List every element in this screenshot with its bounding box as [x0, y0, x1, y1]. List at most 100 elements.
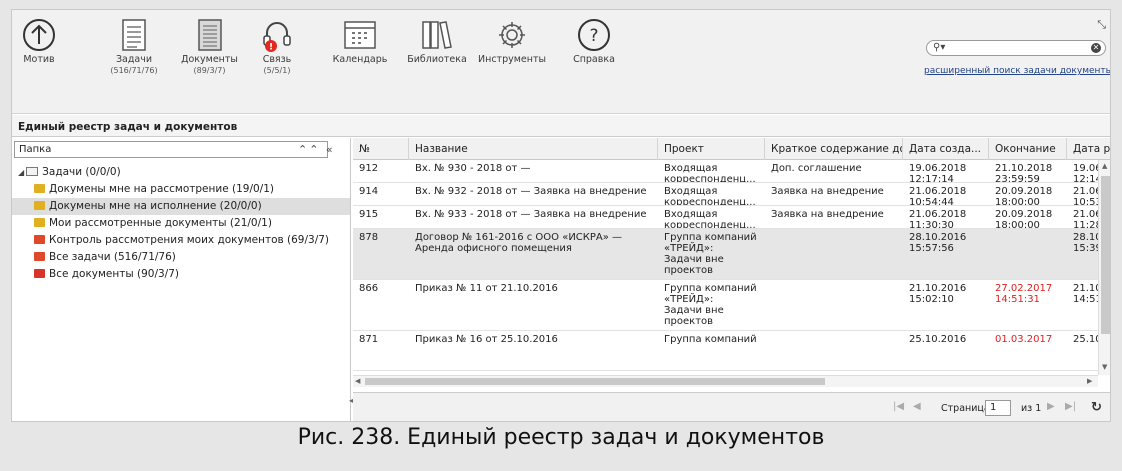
- arrow-up-circle-icon: [14, 18, 64, 52]
- cell-num: 912: [359, 163, 379, 174]
- refresh-icon[interactable]: ↻: [1091, 400, 1102, 415]
- toolbar-button-7[interactable]: ? Справка: [564, 18, 624, 65]
- table-row[interactable]: 914 Вх. № 932 - 2018 от — Заявка на внедр…: [353, 183, 1098, 206]
- column-header[interactable]: №: [353, 138, 409, 160]
- table-row[interactable]: 866 Приказ № 11 от 21.10.2016 Группа компа…: [353, 280, 1098, 331]
- cell-name: Договор № 161-2016 с ООО «ИСКРА» — Аренд…: [415, 232, 623, 254]
- cell-reg: 21.06.: 10:53:: [1073, 186, 1098, 205]
- cell-created: 25.10.2016: [909, 334, 967, 345]
- column-header[interactable]: Окончание: [989, 138, 1067, 160]
- column-header[interactable]: Проект: [658, 138, 765, 160]
- folder-filter-input[interactable]: Папка: [14, 141, 328, 158]
- vertical-scroll-thumb[interactable]: [1101, 176, 1110, 334]
- document-type-icon: [34, 184, 45, 193]
- search-tasks-link[interactable]: задачи: [1024, 66, 1057, 76]
- next-page-icon[interactable]: ▶: [1047, 401, 1055, 412]
- grid-header: № Название Проект Краткое содержание док Дат…: [353, 138, 1110, 160]
- search-icon[interactable]: ⚲▾: [933, 42, 945, 53]
- scroll-right-icon[interactable]: ▶: [1087, 377, 1092, 385]
- cell-num: 915: [359, 209, 379, 220]
- toolbar-label: Связь: [262, 54, 292, 65]
- registry-grid: № Название Проект Краткое содержание док Дат…: [353, 138, 1110, 421]
- tree-node[interactable]: Все задачи (516/71/76): [12, 249, 350, 266]
- search-documents-link[interactable]: документы: [1060, 66, 1110, 76]
- tree-node[interactable]: Контроль рассмотрения моих документов (6…: [12, 232, 350, 249]
- tree-node[interactable]: Докумены мне на рассмотрение (19/0/1): [12, 181, 350, 198]
- cell-num: 871: [359, 334, 379, 345]
- toolbar-label: Справка: [573, 54, 615, 65]
- table-row[interactable]: 871 Приказ № 16 от 25.10.2016 Группа компа…: [353, 331, 1098, 371]
- cell-num: 866: [359, 283, 379, 294]
- cell-project: Входящая корреспонденц...: [664, 209, 756, 228]
- toolbar-button-2[interactable]: Документы (89/3/7): [172, 18, 247, 76]
- cell-created: 28.10.2016 15:57:56: [909, 232, 967, 254]
- toolbar-button-4[interactable]: Календарь: [330, 18, 390, 65]
- document-type-icon: [34, 252, 45, 261]
- cell-summary: [765, 334, 903, 370]
- expand-arrow-icon[interactable]: ◢: [18, 164, 24, 181]
- grid-body: 912 Вх. № 930 - 2018 от — Входящая корресп…: [353, 160, 1098, 375]
- app-window: Мотив Задачи (516/71/76) Документы (89/3/7)!…: [11, 9, 1111, 422]
- cell-reg: 21.10.: 14:51:: [1073, 283, 1098, 305]
- collapse-toolbar-icon[interactable]: ⤡: [1097, 18, 1106, 32]
- table-row[interactable]: 912 Вх. № 930 - 2018 от — Входящая корресп…: [353, 160, 1098, 183]
- cell-summary: Заявка на внедрение: [771, 186, 884, 197]
- cell-project: Группа компаний «ТРЕЙД»: Задачи вне прое…: [664, 232, 757, 276]
- tree-node-label: Докумены мне на рассмотрение (19/0/1): [49, 183, 274, 195]
- table-row[interactable]: 878 Договор № 161-2016 с ООО «ИСКРА» — Ар…: [353, 229, 1098, 280]
- toolbar-label: Задачи: [115, 54, 153, 65]
- cell-end: [989, 232, 1067, 279]
- tree-node-label: Докумены мне на исполнение (20/0/0): [49, 200, 262, 212]
- horizontal-scrollbar[interactable]: ◀ ▶: [353, 375, 1098, 387]
- cell-end: 20.09.2018 18:00:00: [995, 209, 1053, 228]
- horizontal-scroll-thumb[interactable]: [365, 378, 825, 385]
- first-page-icon[interactable]: |◀: [893, 401, 904, 412]
- search-links: расширенный поиск задачи документы: [924, 66, 1110, 76]
- scroll-down-icon[interactable]: ▼: [1102, 363, 1107, 371]
- page-number-input[interactable]: 1: [985, 400, 1011, 416]
- cell-created: 19.06.2018 12:17:14: [909, 163, 967, 182]
- search-input[interactable]: ⚲▾ ✕: [926, 40, 1106, 56]
- toolbar-button-1[interactable]: Задачи (516/71/76): [104, 18, 164, 76]
- cell-project: Входящая корреспонденц...: [664, 163, 756, 182]
- toolbar-label: Инструменты: [478, 54, 546, 65]
- cell-reg: 19.06.: 12:14:: [1073, 163, 1098, 182]
- cell-summary: [765, 283, 903, 330]
- advanced-search-link[interactable]: расширенный поиск: [924, 66, 1021, 76]
- tree-node[interactable]: ◢ Задачи (0/0/0): [12, 164, 350, 181]
- cell-num: 878: [359, 232, 379, 243]
- cell-reg: 28.10.: 15:39:: [1073, 232, 1098, 254]
- vertical-scrollbar[interactable]: ▲ ▼: [1098, 160, 1110, 375]
- last-page-icon[interactable]: ▶|: [1065, 401, 1076, 412]
- cell-project: Группа компаний «ТРЕЙД»: Задачи вне прое…: [664, 283, 757, 327]
- toolbar-counter: (5/5/1): [263, 66, 291, 75]
- toolbar-button-3[interactable]: ! Связь (5/5/1): [252, 18, 302, 76]
- toolbar-label: Мотив: [23, 54, 55, 65]
- cell-end: 01.03.2017: [995, 334, 1053, 345]
- folder-panel: Папка ⌃⌃ « ◢ Задачи (0/0/0) Докумены мне н…: [12, 138, 353, 421]
- toolbar-button-6[interactable]: Инструменты: [472, 18, 552, 65]
- toolbar-button-5[interactable]: Библиотека: [402, 18, 472, 65]
- column-header[interactable]: Дата созда...: [903, 138, 989, 160]
- cell-created: 21.06.2018 11:30:30: [909, 209, 967, 228]
- scroll-left-icon[interactable]: ◀: [355, 377, 360, 385]
- clear-search-icon[interactable]: ✕: [1091, 43, 1101, 53]
- prev-page-icon[interactable]: ◀: [913, 401, 921, 412]
- table-row[interactable]: 915 Вх. № 933 - 2018 от — Заявка на внедр…: [353, 206, 1098, 229]
- tree-node[interactable]: Докумены мне на исполнение (20/0/0): [12, 198, 350, 215]
- cell-reg: 25.10.:: [1073, 334, 1098, 345]
- toolbar-button-0[interactable]: Мотив: [14, 18, 64, 65]
- collapse-panel-icon[interactable]: ⌃⌃ «: [298, 143, 335, 156]
- column-header[interactable]: Дата реги: [1067, 138, 1110, 160]
- tree-node[interactable]: Все документы (90/3/7): [12, 266, 350, 283]
- scroll-up-icon[interactable]: ▲: [1102, 162, 1107, 170]
- search-area: ⤡ ⚲▾ ✕ расширенный поиск задачи документы: [924, 18, 1110, 108]
- cell-name: Вх. № 933 - 2018 от — Заявка на внедрени…: [415, 209, 647, 220]
- column-header[interactable]: Краткое содержание док: [765, 138, 903, 160]
- tree-node[interactable]: Мои рассмотренные документы (21/0/1): [12, 215, 350, 232]
- column-header[interactable]: Название: [409, 138, 658, 160]
- help-icon: ?: [564, 18, 624, 52]
- cell-end: 27.02.2017 14:51:31: [995, 283, 1053, 305]
- tree-node-label: Задачи (0/0/0): [42, 166, 121, 178]
- document-type-icon: [34, 235, 45, 244]
